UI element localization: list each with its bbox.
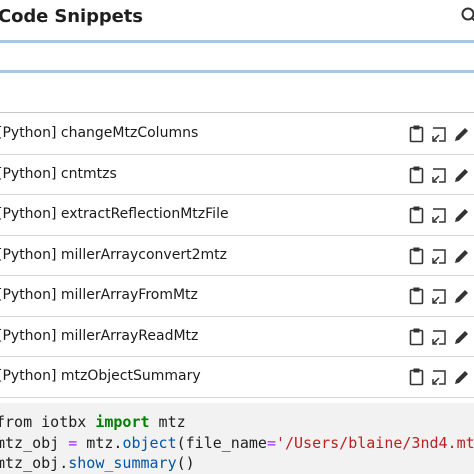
row-actions bbox=[408, 124, 470, 144]
code-token: iotbx bbox=[41, 413, 87, 431]
code-string: '/Users/blaine/3nd4.mtz' bbox=[275, 434, 474, 452]
code-token: mtz_obj. bbox=[0, 454, 69, 472]
insert-icon[interactable] bbox=[430, 205, 448, 225]
panel-header: Code Snippets bbox=[0, 0, 474, 40]
clipboard-icon[interactable] bbox=[408, 327, 426, 347]
insert-icon[interactable] bbox=[430, 246, 448, 266]
list-item[interactable]: [Python] millerArrayconvert2mtz bbox=[0, 236, 474, 276]
code-token: from bbox=[0, 413, 42, 431]
pencil-icon[interactable] bbox=[452, 165, 470, 185]
pencil-icon[interactable] bbox=[452, 205, 470, 225]
clipboard-icon[interactable] bbox=[408, 367, 426, 387]
code-token: mtz bbox=[149, 413, 186, 431]
code-line-2: mtz_obj = mtz.object(file_name='/Users/b… bbox=[0, 433, 474, 453]
insert-icon[interactable] bbox=[430, 165, 448, 185]
snippet-label[interactable]: [Python] changeMtzColumns bbox=[0, 125, 198, 141]
code-token: () bbox=[176, 454, 195, 472]
code-keyword: import bbox=[95, 413, 150, 431]
pencil-icon[interactable] bbox=[452, 327, 470, 347]
code-token: (file_name bbox=[176, 434, 267, 452]
snippet-label[interactable]: [Python] millerArrayFromMtz bbox=[0, 287, 198, 303]
snippet-label[interactable]: [Python] cntmtzs bbox=[0, 166, 117, 182]
list-item[interactable]: [Python] changeMtzColumns bbox=[0, 114, 474, 155]
insert-icon[interactable] bbox=[430, 286, 448, 306]
pencil-icon[interactable] bbox=[452, 124, 470, 144]
row-actions bbox=[408, 205, 470, 225]
snippet-label[interactable]: [Python] millerArrayconvert2mtz bbox=[0, 247, 227, 263]
code-operator: = bbox=[266, 434, 276, 452]
row-actions bbox=[408, 327, 470, 347]
search-icon[interactable] bbox=[460, 6, 474, 26]
pencil-icon[interactable] bbox=[452, 246, 470, 266]
clipboard-icon[interactable] bbox=[408, 124, 426, 144]
clipboard-icon[interactable] bbox=[408, 205, 426, 225]
row-actions bbox=[408, 286, 470, 306]
row-actions bbox=[408, 367, 470, 387]
row-actions bbox=[408, 165, 470, 185]
snippet-label[interactable]: [Python] extractReflectionMtzFile bbox=[0, 206, 229, 222]
snippet-list: [Python] changeMtzColumns [Python] cntmt… bbox=[0, 114, 474, 398]
pencil-icon[interactable] bbox=[452, 286, 470, 306]
list-item[interactable]: [Python] millerArrayFromMtz bbox=[0, 276, 474, 317]
list-item[interactable]: [Python] cntmtzs bbox=[0, 155, 474, 195]
list-item[interactable]: [Python] millerArrayReadMtz bbox=[0, 317, 474, 357]
code-function: show_summary bbox=[68, 454, 177, 472]
code-function: object bbox=[122, 434, 177, 452]
insert-icon[interactable] bbox=[430, 327, 448, 347]
pencil-icon[interactable] bbox=[452, 367, 470, 387]
clipboard-icon[interactable] bbox=[408, 246, 426, 266]
insert-icon[interactable] bbox=[430, 367, 448, 387]
panel-title: Code Snippets bbox=[0, 6, 143, 27]
code-snippets-panel: Code Snippets [Python] changeMtzColumns … bbox=[0, 0, 474, 474]
code-operator: = bbox=[68, 434, 78, 452]
code-preview: from iotbx import mtz mtz_obj = mtz.obje… bbox=[0, 403, 474, 474]
clipboard-icon[interactable] bbox=[408, 165, 426, 185]
code-token: mtz_obj bbox=[0, 434, 69, 452]
list-divider bbox=[0, 112, 474, 113]
clipboard-icon[interactable] bbox=[408, 286, 426, 306]
insert-icon[interactable] bbox=[430, 124, 448, 144]
snippet-label[interactable]: [Python] millerArrayReadMtz bbox=[0, 328, 198, 344]
code-line-3: mtz_obj.show_summary() bbox=[0, 453, 195, 473]
header-divider bbox=[0, 40, 474, 43]
filter-input[interactable] bbox=[0, 48, 474, 73]
code-token: mtz. bbox=[77, 434, 123, 452]
code-line-1: from iotbx import mtz bbox=[0, 412, 186, 432]
list-item[interactable]: [Python] extractReflectionMtzFile bbox=[0, 195, 474, 236]
list-item[interactable]: [Python] mtzObjectSummary bbox=[0, 357, 474, 398]
snippet-label[interactable]: [Python] mtzObjectSummary bbox=[0, 368, 201, 384]
row-actions bbox=[408, 246, 470, 266]
